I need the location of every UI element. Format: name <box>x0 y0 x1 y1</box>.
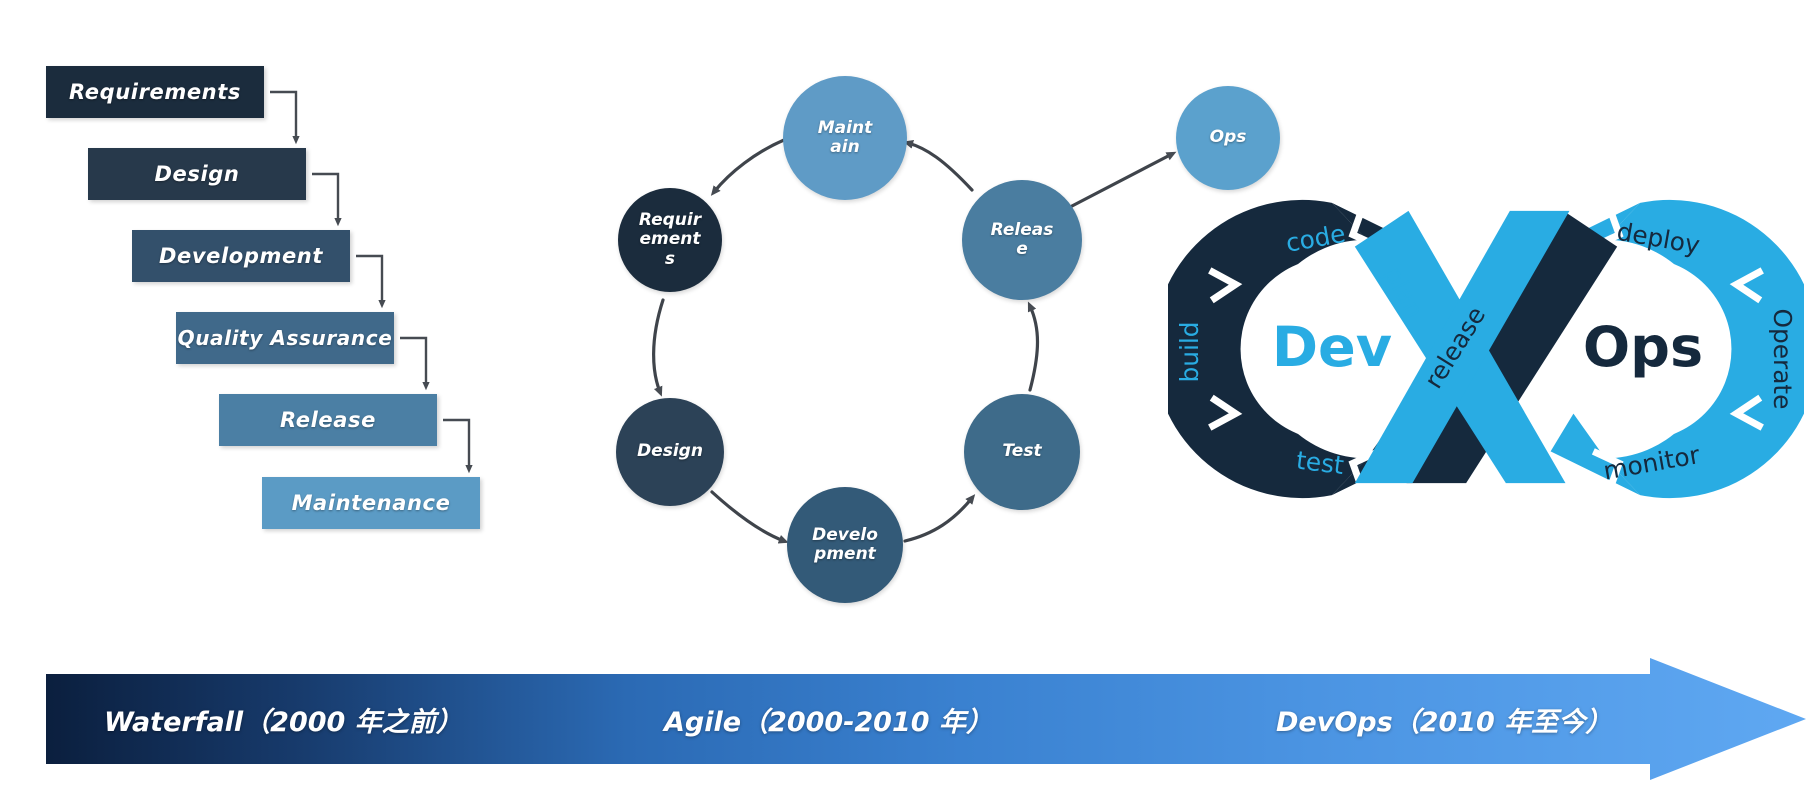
waterfall-stage-design[interactable]: Design <box>88 148 306 200</box>
devops-dev-center-label: Dev <box>1272 315 1392 380</box>
waterfall-stage-development[interactable]: Development <box>132 230 350 282</box>
timeline-segment-label: DevOps（2010 年至今） <box>1276 706 1613 738</box>
timeline-segment-agile[interactable]: Agile（2000-2010 年） <box>664 658 1164 780</box>
agile-node-test[interactable]: Test <box>964 394 1080 510</box>
timeline-segment-label: Agile（2000-2010 年） <box>664 706 993 738</box>
diagram-canvas: Requirements Design Development Quality … <box>0 0 1820 804</box>
agile-node-label: Maint ain <box>817 117 873 157</box>
agile-node-release[interactable]: Releas e <box>962 180 1082 300</box>
timeline-segment-label: Waterfall（2000 年之前） <box>104 706 463 738</box>
agile-to-ops-arrow <box>1070 151 1177 208</box>
waterfall-stage-label: Quality Assurance <box>177 326 393 350</box>
waterfall-stage-label: Requirements <box>69 80 241 104</box>
waterfall-stage-requirements[interactable]: Requirements <box>46 66 264 118</box>
devops-stage-test[interactable]: test <box>1295 445 1346 480</box>
agile-node-label: Design <box>637 441 703 462</box>
agile-node-ops[interactable]: Ops <box>1176 86 1280 190</box>
waterfall-stage-label: Development <box>159 244 323 268</box>
agile-node-label: Ops <box>1209 127 1247 148</box>
devops-ops-center-label: Ops <box>1583 315 1703 380</box>
agile-node-design[interactable]: Design <box>616 398 724 506</box>
waterfall-stage-maintenance[interactable]: Maintenance <box>262 477 480 529</box>
waterfall-stage-label: Release <box>280 408 376 432</box>
agile-node-requirements[interactable]: Requir ement s <box>618 188 722 292</box>
waterfall-stage-quality-assurance[interactable]: Quality Assurance <box>176 312 394 364</box>
agile-node-label: Develo pment <box>812 524 878 564</box>
agile-node-label: Releas e <box>990 219 1054 259</box>
waterfall-stage-label: Maintenance <box>291 491 451 515</box>
devops-stage-operate[interactable]: Operate <box>1768 308 1797 409</box>
timeline-segment-waterfall[interactable]: Waterfall（2000 年之前） <box>104 658 624 780</box>
timeline-labels: Waterfall（2000 年之前） Agile（2000-2010 年） D… <box>46 658 1786 780</box>
waterfall-stage-release[interactable]: Release <box>219 394 437 446</box>
agile-node-label: Requir ement s <box>638 210 702 269</box>
agile-node-development[interactable]: Develo pment <box>787 487 903 603</box>
waterfall-stage-label: Design <box>154 162 240 186</box>
agile-node-maintain[interactable]: Maint ain <box>783 76 907 200</box>
devops-stage-build[interactable]: build <box>1175 321 1204 382</box>
timeline-segment-devops[interactable]: DevOps（2010 年至今） <box>1276 658 1796 780</box>
devops-infinity-loop: Dev Ops code plan test build deploy Oper… <box>1168 199 1804 499</box>
agile-node-label: Test <box>1002 441 1042 462</box>
